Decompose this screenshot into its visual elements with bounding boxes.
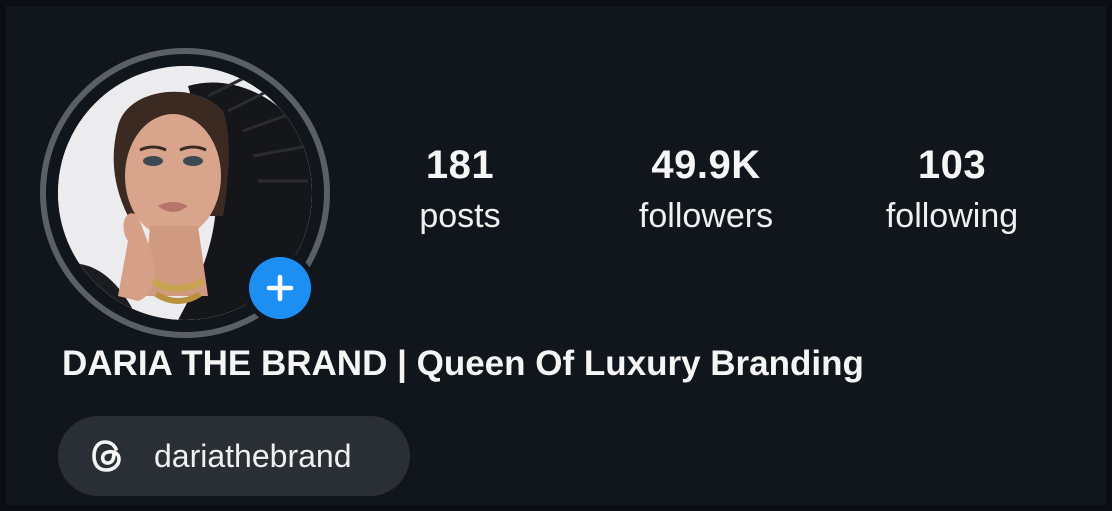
- display-name: DARIA THE BRAND | Queen Of Luxury Brandi…: [62, 344, 864, 383]
- followers-count: 49.9K: [651, 143, 761, 187]
- threads-icon: [92, 440, 121, 472]
- stat-following[interactable]: 103 following: [842, 138, 1062, 240]
- plus-badge: [249, 257, 311, 319]
- stat-followers[interactable]: 49.9K followers: [596, 138, 816, 240]
- add-story-button[interactable]: [244, 252, 316, 324]
- stat-posts[interactable]: 181 posts: [350, 138, 570, 240]
- avatar[interactable]: [40, 48, 330, 338]
- threads-link[interactable]: dariathebrand: [58, 416, 410, 496]
- posts-count: 181: [425, 143, 495, 187]
- following-label: following: [885, 197, 1019, 235]
- profile-header: 181 posts 49.9K followers 103 following …: [0, 0, 1112, 511]
- profile-stats: 181 posts 49.9K followers 103 following: [366, 138, 1076, 258]
- following-count: 103: [917, 143, 987, 187]
- threads-handle: dariathebrand: [154, 437, 352, 474]
- posts-label: posts: [419, 197, 501, 235]
- followers-label: followers: [638, 197, 774, 235]
- plus-icon: [266, 274, 294, 302]
